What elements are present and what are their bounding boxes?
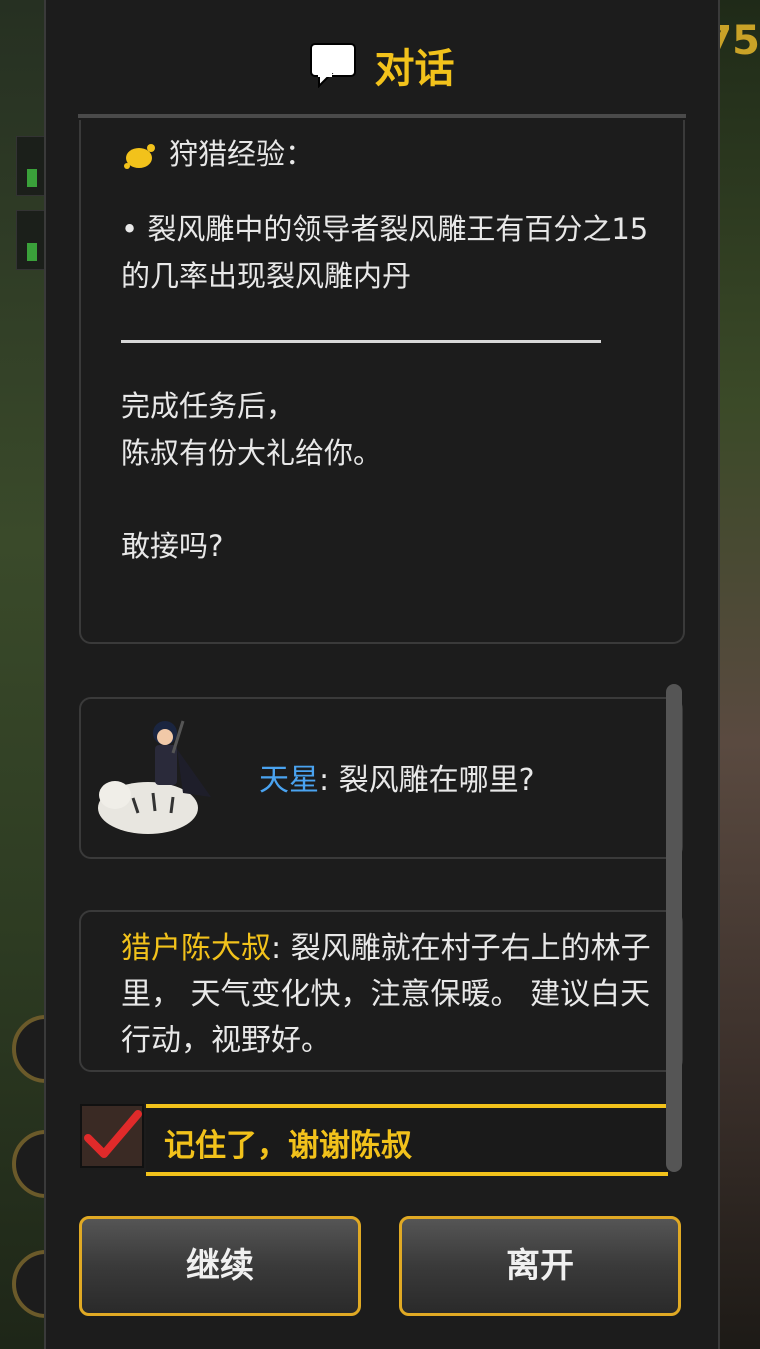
quest-line-3: 敢接吗? bbox=[121, 529, 224, 563]
player-avatar bbox=[93, 713, 233, 843]
checkmark-icon bbox=[84, 1110, 142, 1158]
quest-header: 狩猎经验： bbox=[121, 134, 661, 174]
scrollbar[interactable] bbox=[666, 684, 682, 1172]
hud-chip bbox=[16, 136, 46, 196]
npc-name: 猎户陈大叔 bbox=[121, 931, 271, 966]
dialog-header: 对话 bbox=[46, 0, 718, 118]
player-message-text: : 裂风雕在哪里? bbox=[319, 763, 535, 798]
quest-header-text: 狩猎经验： bbox=[169, 137, 315, 171]
choice-checkbox[interactable] bbox=[80, 1104, 144, 1168]
header-divider bbox=[78, 114, 686, 118]
dialog-choice-option[interactable]: 记住了，谢谢陈叔 bbox=[146, 1104, 668, 1176]
hud-chip bbox=[16, 210, 46, 270]
npc-message: 猎户陈大叔: 裂风雕就在村子右上的林子里， 天气变化快，注意保暖。 建议白天行动… bbox=[121, 926, 661, 1064]
quest-line-2: 陈叔有份大礼给你。 bbox=[121, 436, 383, 470]
dialog-title: 对话 bbox=[374, 46, 455, 92]
player-message-bubble: 天星: 裂风雕在哪里? bbox=[79, 697, 683, 859]
player-message: 天星: 裂风雕在哪里? bbox=[259, 755, 535, 799]
quest-line-1: 完成任务后， bbox=[121, 389, 296, 423]
quest-bullet: • 裂风雕中的领导者裂风雕王有百分之15的几率出现裂风雕内丹 bbox=[121, 212, 649, 293]
quest-description-box[interactable]: 狩猎经验： • 裂风雕中的领导者裂风雕王有百分之15的几率出现裂风雕内丹 完成任… bbox=[79, 120, 685, 644]
continue-button[interactable]: 继续 bbox=[79, 1216, 361, 1316]
leave-button[interactable]: 离开 bbox=[399, 1216, 681, 1316]
chat-bubble-icon bbox=[309, 42, 357, 89]
paw-icon bbox=[121, 140, 157, 169]
npc-message-bubble: 猎户陈大叔: 裂风雕就在村子右上的林子里， 天气变化快，注意保暖。 建议白天行动… bbox=[79, 910, 683, 1072]
player-name: 天星 bbox=[259, 763, 319, 798]
dialog-panel: 对话 狩猎经验： • 裂风雕中的领导者裂风雕王有百分之15的几率出现裂风雕内丹 … bbox=[44, 0, 720, 1349]
choice-label: 记住了，谢谢陈叔 bbox=[164, 1128, 412, 1164]
quest-divider bbox=[121, 340, 601, 343]
